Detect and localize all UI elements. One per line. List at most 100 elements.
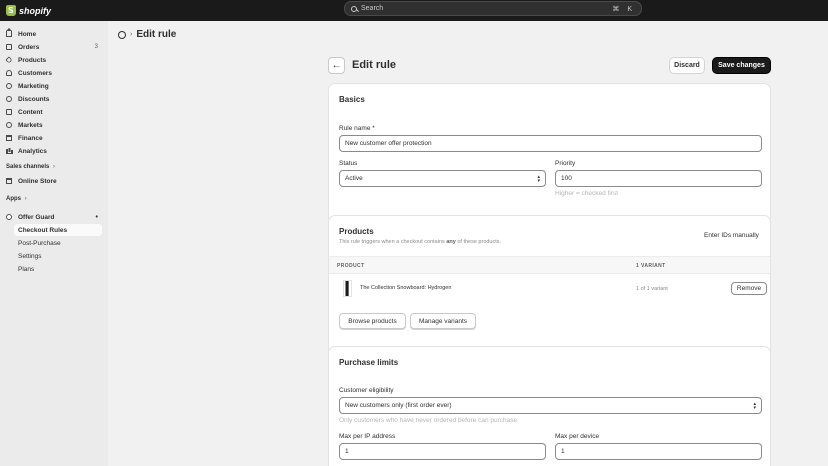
sidebar-item-label: Content (18, 108, 43, 116)
priority-label: Priority (555, 160, 576, 167)
max-per-device-label: Max per device (555, 433, 600, 440)
basics-card: Basics Rule name * New customer offer pr… (328, 83, 771, 226)
search-placeholder: Search (361, 5, 384, 12)
sidebar-item-label: Markets (18, 121, 43, 129)
customer-eligibility-help: Only customers who have never ordered be… (339, 417, 518, 424)
rule-name-input[interactable]: New customer offer protection (339, 135, 762, 152)
max-per-device-input[interactable]: 1 (555, 443, 762, 460)
priority-help-text: Higher = checked first (555, 190, 619, 197)
rule-name-value: New customer offer protection (345, 140, 432, 147)
save-changes-button[interactable]: Save changes (712, 57, 771, 74)
products-table-header: PRODUCT 1 VARIANT (329, 256, 770, 274)
priority-input[interactable]: 100 (555, 170, 762, 187)
shopify-logo[interactable]: shopify (6, 5, 51, 16)
basics-title: Basics (339, 95, 365, 104)
shopify-bag-icon (6, 5, 16, 16)
sidebar-subitem-checkout-rules[interactable]: Checkout Rules (14, 224, 102, 236)
marketing-icon (6, 83, 12, 89)
arrow-left-icon: ← (331, 60, 342, 71)
sidebar-item-products[interactable]: Products (4, 54, 102, 66)
sidebar: Home Orders 3 Products Customers Marketi… (0, 21, 108, 466)
breadcrumb: › Edit rule (118, 29, 176, 40)
app-icon[interactable] (118, 30, 126, 39)
enter-ids-manually-button[interactable]: Enter IDs manually (704, 232, 759, 239)
breadcrumb-title: Edit rule (136, 29, 177, 40)
browse-products-button[interactable]: Browse products (339, 313, 406, 329)
search-icon (351, 5, 357, 12)
product-title: The Collection Snowboard: Hydrogen (360, 285, 452, 291)
product-variant-count[interactable]: 1 of 1 variant (636, 286, 668, 292)
select-arrows-icon: ▴ ▾ (537, 174, 540, 184)
customers-icon (6, 70, 12, 76)
sidebar-item-discounts[interactable]: Discounts (4, 93, 102, 105)
sidebar-item-orders[interactable]: Orders 3 (4, 41, 102, 53)
sidebar-item-content[interactable]: Content (4, 106, 102, 118)
sidebar-item-label: Discounts (18, 95, 50, 103)
more-options-icon[interactable]: • (96, 214, 98, 221)
sidebar-item-label: Orders (18, 43, 40, 51)
sidebar-item-label: Offer Guard (18, 213, 55, 221)
purchase-limits-title: Purchase limits (339, 358, 399, 367)
sidebar-subitem-plans[interactable]: Plans (14, 263, 102, 275)
sidebar-item-label: Marketing (18, 82, 49, 90)
sidebar-subitem-label: Checkout Rules (18, 226, 68, 234)
online-store-icon (6, 178, 12, 184)
sales-channels-header[interactable]: Sales channels › (6, 164, 55, 170)
discard-button[interactable]: Discard (669, 57, 705, 74)
offer-guard-app-icon (6, 214, 12, 220)
page-title: Edit rule (352, 59, 397, 71)
orders-count-badge: 3 (94, 44, 98, 50)
main-content: › Edit rule ← Edit rule Discard Save cha… (108, 21, 828, 466)
search-shortcut: ⌘ K (612, 5, 635, 13)
sidebar-item-label: Customers (18, 69, 52, 77)
content-icon (6, 109, 12, 115)
max-per-ip-input[interactable]: 1 (339, 443, 546, 460)
back-button[interactable]: ← (328, 57, 345, 74)
sidebar-item-customers[interactable]: Customers (4, 67, 102, 79)
status-value: Active (345, 175, 363, 182)
chevron-right-icon: › (53, 164, 56, 170)
sidebar-item-analytics[interactable]: Analytics (4, 145, 102, 157)
rule-name-label: Rule name * (339, 125, 375, 132)
sales-channels-label: Sales channels (6, 164, 50, 170)
products-subtitle: This rule triggers when a checkout conta… (339, 239, 501, 245)
customer-eligibility-select[interactable]: New customers only (first order ever) ▴ ▾ (339, 397, 762, 414)
sidebar-item-label: Home (18, 30, 37, 38)
sidebar-item-label: Finance (18, 134, 43, 142)
sidebar-item-finance[interactable]: Finance (4, 132, 102, 144)
discounts-icon (6, 96, 12, 102)
sidebar-item-offer-guard[interactable]: Offer Guard • (4, 211, 102, 223)
products-icon (5, 56, 13, 64)
sidebar-subitem-post-purchase[interactable]: Post-Purchase (14, 237, 102, 249)
finance-icon (6, 135, 12, 141)
sidebar-item-label: Analytics (18, 147, 47, 155)
sidebar-item-online-store[interactable]: Online Store (4, 175, 102, 187)
select-arrows-icon: ▴ ▾ (753, 401, 756, 411)
sidebar-subitem-label: Settings (18, 252, 42, 260)
analytics-icon (6, 148, 12, 154)
products-subtitle-emphasis: any (446, 239, 456, 245)
customer-eligibility-value: New customers only (first order ever) (345, 402, 452, 409)
apps-header[interactable]: Apps › (6, 196, 27, 202)
status-label: Status (339, 160, 358, 167)
sidebar-item-markets[interactable]: Markets (4, 119, 102, 131)
sidebar-item-home[interactable]: Home (4, 28, 102, 40)
manage-variants-button[interactable]: Manage variants (410, 313, 476, 329)
column-header-product: PRODUCT (337, 263, 365, 269)
markets-icon (6, 122, 12, 128)
search-bar[interactable]: Search ⌘ K (344, 1, 642, 16)
remove-product-button[interactable]: Remove (731, 282, 767, 295)
max-per-ip-label: Max per IP address (339, 433, 396, 440)
status-select[interactable]: Active ▴ ▾ (339, 170, 546, 187)
sidebar-subitem-settings[interactable]: Settings (14, 250, 102, 262)
column-header-variant: 1 VARIANT (636, 263, 666, 269)
priority-value: 100 (561, 175, 572, 182)
apps-label: Apps (6, 196, 21, 202)
customer-eligibility-label: Customer eligibility (339, 387, 394, 394)
sidebar-item-marketing[interactable]: Marketing (4, 80, 102, 92)
purchase-limits-card: Purchase limits Customer eligibility New… (328, 346, 771, 466)
max-per-device-value: 1 (561, 448, 565, 455)
chevron-right-icon: › (130, 31, 133, 38)
sidebar-item-label: Products (18, 56, 47, 64)
top-bar: shopify Search ⌘ K (0, 0, 828, 21)
